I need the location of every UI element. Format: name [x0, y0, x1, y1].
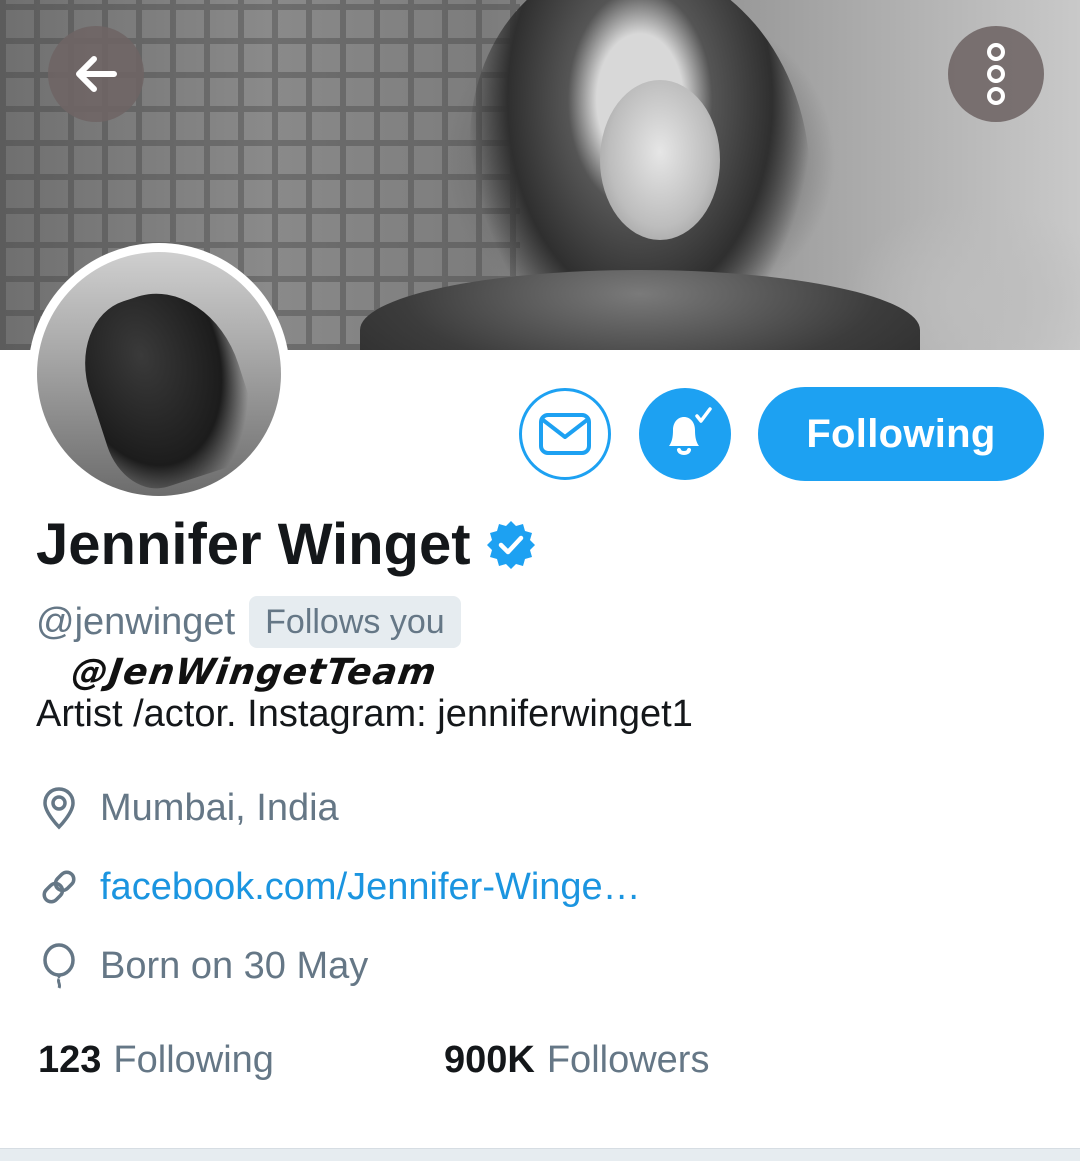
vertical-dots-icon — [987, 43, 1005, 105]
website-row: facebook.com/Jennifer-Winge… — [36, 863, 641, 911]
arrow-left-icon — [76, 56, 117, 92]
website-link[interactable]: facebook.com/Jennifer-Winge… — [100, 863, 641, 911]
following-count: 123 — [38, 1039, 102, 1081]
banner-face-shape — [600, 80, 720, 240]
birthday-text: Born on 30 May — [100, 945, 369, 987]
profile-handle: @jenwinget — [36, 601, 236, 643]
bell-check-icon — [669, 407, 712, 455]
profile-name: Jennifer Winget — [36, 512, 471, 577]
location-pin-icon — [36, 785, 82, 831]
avatar-figure-shape — [66, 273, 268, 496]
followers-count: 900K — [444, 1039, 535, 1081]
following-label: Following — [113, 1039, 274, 1081]
birthday-row: Born on 30 May — [36, 942, 368, 990]
back-button[interactable] — [48, 26, 144, 122]
envelope-icon — [539, 413, 591, 455]
location-row: Mumbai, India — [36, 784, 339, 832]
following-button[interactable]: Following — [758, 387, 1044, 481]
follows-you-badge: Follows you — [249, 596, 461, 648]
followers-label: Followers — [546, 1039, 710, 1081]
followers-stat[interactable]: 900K Followers — [444, 1036, 709, 1084]
location-text: Mumbai, India — [100, 787, 339, 829]
handle-row: @jenwinget Follows you — [36, 596, 461, 648]
watermark-text: @JenWingetTeam — [69, 652, 440, 693]
direct-message-button[interactable] — [519, 388, 611, 480]
link-icon — [36, 864, 82, 910]
profile-name-row: Jennifer Winget — [36, 512, 537, 578]
avatar[interactable] — [28, 243, 290, 505]
verified-badge-icon — [486, 521, 535, 569]
profile-bio: Artist /actor. Instagram: jenniferwinget… — [36, 693, 693, 735]
section-divider — [0, 1148, 1080, 1161]
following-stat[interactable]: 123 Following — [38, 1036, 274, 1084]
more-options-button[interactable] — [948, 26, 1044, 122]
avatar-photo — [37, 252, 281, 496]
balloon-icon — [36, 943, 82, 989]
notifications-button[interactable] — [639, 388, 731, 480]
